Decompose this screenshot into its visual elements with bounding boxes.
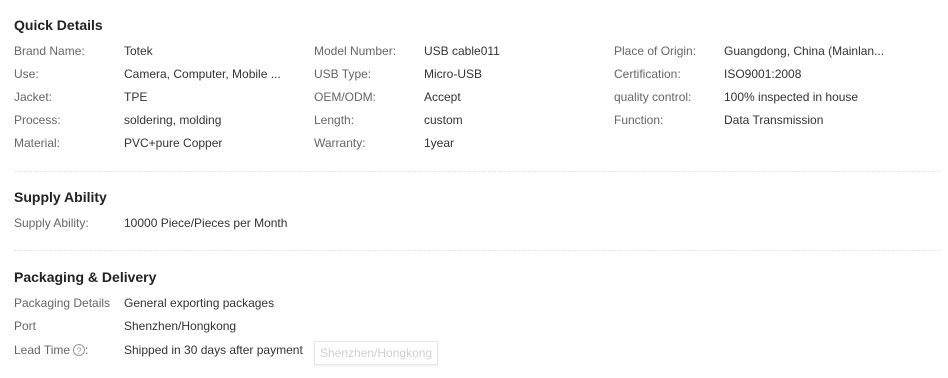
- detail-value: 100% inspected in house: [724, 90, 859, 104]
- detail-value: Accept: [424, 90, 461, 104]
- detail-label: Supply Ability:: [14, 216, 89, 230]
- detail-label: Certification:: [614, 67, 681, 81]
- detail-value: TPE: [124, 90, 148, 104]
- detail-label: Warranty:: [314, 136, 366, 150]
- detail-label: Length:: [314, 113, 355, 127]
- detail-label: Use:: [14, 67, 39, 81]
- detail-label: Place of Origin:: [614, 44, 697, 58]
- port-tooltip: Shenzhen/Hongkong: [314, 341, 439, 365]
- detail-value: 1year: [424, 136, 455, 150]
- section-divider: [14, 171, 940, 172]
- detail-label: Brand Name:: [14, 44, 85, 58]
- detail-value: Camera, Computer, Mobile ...: [124, 67, 281, 81]
- label-colon: :: [85, 343, 89, 357]
- detail-label: OEM/ODM:: [314, 90, 376, 104]
- detail-label: Lead Time: [14, 343, 71, 357]
- detail-label: Process:: [14, 113, 61, 127]
- detail-value: soldering, molding: [124, 113, 222, 127]
- lead-time-label-group: Lead Time?:: [14, 343, 88, 357]
- quick-details-title: Quick Details: [14, 17, 103, 33]
- section-divider: [14, 250, 940, 251]
- detail-label: Jacket:: [14, 90, 53, 104]
- detail-label: Function:: [614, 113, 664, 127]
- detail-label: quality control:: [614, 90, 692, 104]
- detail-value: USB cable011: [424, 44, 500, 58]
- detail-value: Shipped in 30 days after payment: [124, 343, 303, 357]
- detail-value: PVC+pure Copper: [124, 136, 223, 150]
- detail-label: Port: [14, 319, 37, 333]
- detail-label: Material:: [14, 136, 61, 150]
- detail-label: Packaging Details: [14, 296, 111, 310]
- detail-value: General exporting packages: [124, 296, 275, 310]
- detail-value: Micro-USB: [424, 67, 483, 81]
- detail-value: custom: [424, 113, 463, 127]
- detail-label: USB Type:: [314, 67, 372, 81]
- packaging-delivery-title: Packaging & Delivery: [14, 269, 157, 285]
- supply-ability-title: Supply Ability: [14, 189, 107, 205]
- detail-value: Totek: [124, 44, 153, 58]
- detail-label: Model Number:: [314, 44, 397, 58]
- detail-value: Guangdong, China (Mainlan...: [724, 44, 885, 58]
- detail-value: ISO9001:2008: [724, 67, 802, 81]
- question-circle-icon[interactable]: ?: [73, 343, 86, 356]
- detail-value: Data Transmission: [724, 113, 824, 127]
- detail-value: 10000 Piece/Pieces per Month: [124, 216, 288, 230]
- detail-value: Shenzhen/Hongkong: [124, 319, 237, 333]
